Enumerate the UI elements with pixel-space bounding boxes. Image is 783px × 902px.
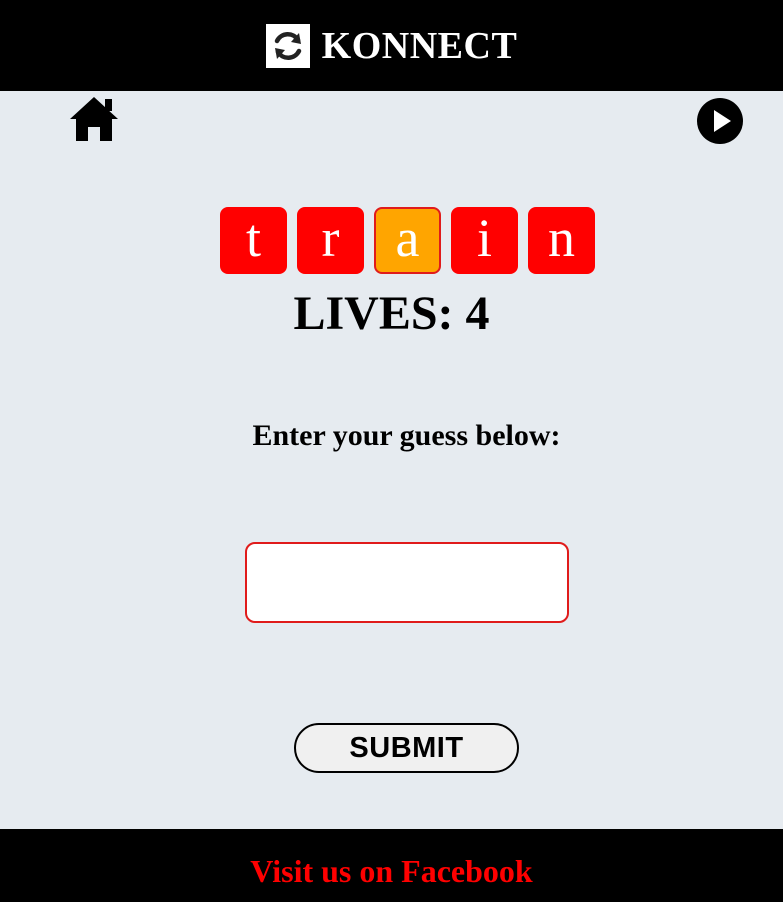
lives-counter: LIVES: 4 bbox=[293, 287, 490, 340]
app-title: KONNECT bbox=[321, 24, 518, 67]
letter-tile: i bbox=[451, 207, 518, 274]
submit-button[interactable]: SUBMIT bbox=[294, 723, 519, 773]
letter-tile: r bbox=[297, 207, 364, 274]
play-icon[interactable] bbox=[696, 97, 744, 145]
letter-tile: t bbox=[220, 207, 287, 274]
letter-tile: a bbox=[374, 207, 441, 274]
letter-tile: n bbox=[528, 207, 595, 274]
word-tiles: train bbox=[220, 207, 595, 274]
app-footer: Visit us on Facebook bbox=[0, 829, 783, 902]
app-header: KONNECT bbox=[0, 0, 783, 91]
guess-input[interactable] bbox=[245, 542, 569, 623]
home-icon[interactable] bbox=[68, 95, 120, 143]
guess-prompt: Enter your guess below: bbox=[252, 419, 561, 452]
refresh-cycle-icon bbox=[265, 23, 310, 68]
brand[interactable]: KONNECT bbox=[265, 23, 518, 68]
facebook-link[interactable]: Visit us on Facebook bbox=[250, 853, 532, 890]
